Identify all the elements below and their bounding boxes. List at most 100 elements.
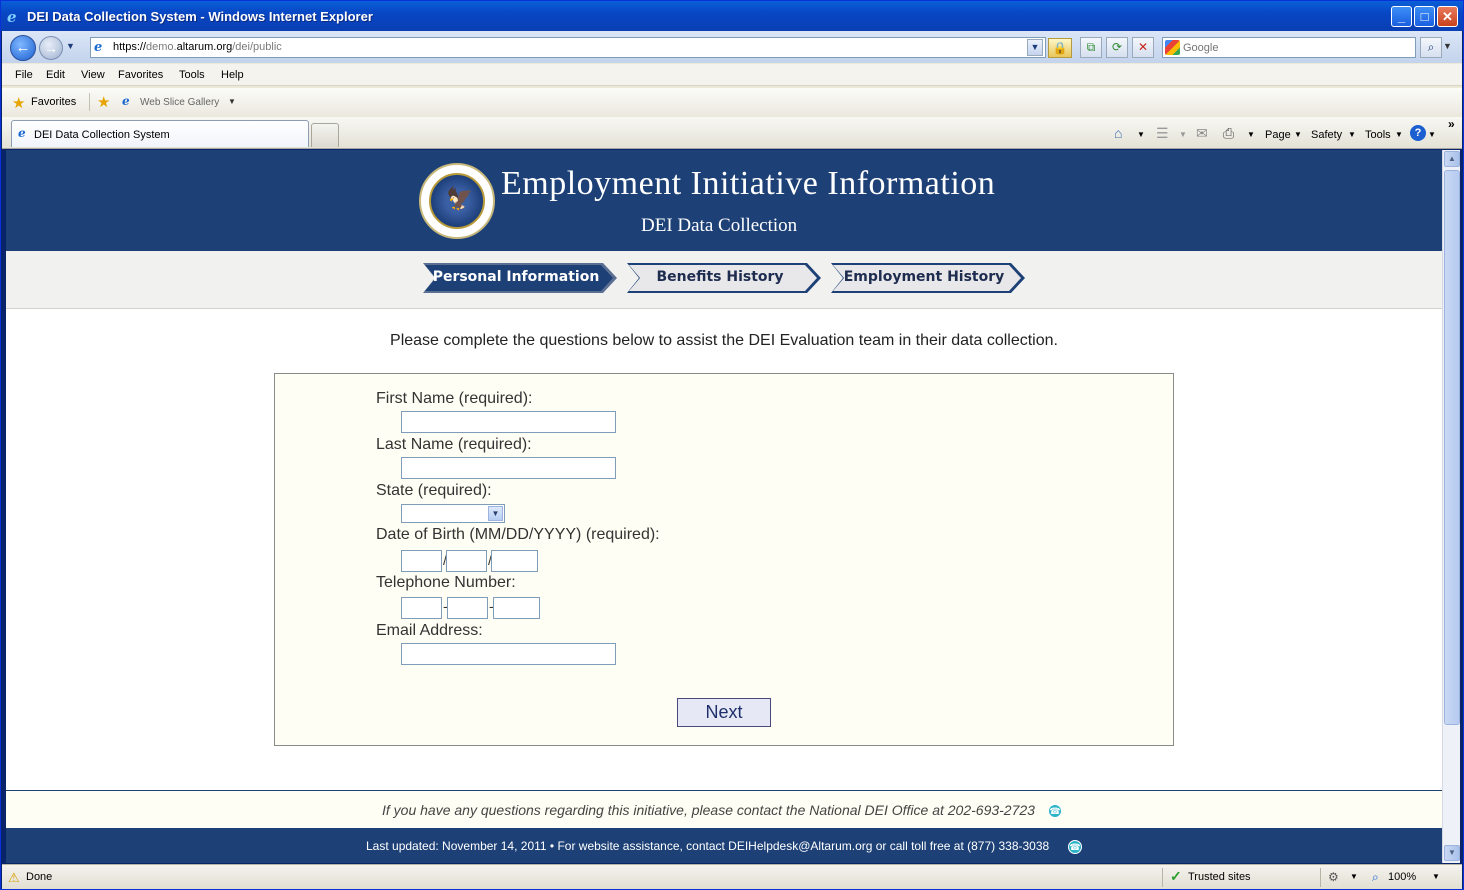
print-icon[interactable]: ⎙ [1223,125,1234,142]
safety-menu[interactable]: Safety [1311,129,1342,141]
vertical-scrollbar[interactable]: ▲ ▼ [1442,150,1460,863]
next-button[interactable]: Next [677,698,771,727]
footer-question-text: If you have any questions regarding this… [382,802,1035,818]
page-dropdown-icon[interactable]: ▼ [1294,130,1302,139]
personal-info-form: First Name (required): Last Name (requir… [274,373,1174,746]
search-icon[interactable]: ⌕ [1420,37,1442,58]
search-options-dropdown-icon[interactable]: ▼ [1443,41,1452,51]
warning-icon: ⚠ [8,870,20,885]
tools-menu[interactable]: Tools [1365,129,1391,141]
security-zone[interactable]: Trusted sites [1188,871,1251,883]
protected-mode-dropdown-icon[interactable]: ▼ [1350,872,1358,881]
status-bar: ⚠ Done ✓ Trusted sites ⚙ ▼ ⌕ 100% ▼ [2,864,1462,889]
favorites-separator [89,93,90,111]
browser-window: e DEI Data Collection System - Windows I… [0,0,1464,890]
footer-bar: Last updated: November 14, 2011 • For we… [6,828,1442,863]
tab-row: e DEI Data Collection System ⌂ ▼ ☰ ▼ ✉ ⎙… [2,117,1462,149]
chevron-more-icon[interactable]: » [1448,117,1455,131]
phone-call-icon[interactable]: ☎ [1048,804,1062,818]
footer-question: If you have any questions regarding this… [6,791,1442,828]
favorites-bar: ★ Favorites ★ e Web Slice Gallery ▼ [2,88,1462,116]
minimize-button[interactable]: _ [1391,6,1412,27]
refresh-icon[interactable]: ⟳ [1106,37,1128,58]
address-bar[interactable]: e https://demo.altarum.org/dei/public ▼ [90,37,1046,58]
state-select[interactable]: ▼ [401,504,505,523]
menu-tools[interactable]: Tools [179,69,205,81]
protected-mode-icon[interactable]: ⚙ [1328,870,1339,884]
scroll-up-icon[interactable]: ▲ [1444,151,1460,167]
footer-bar-text: Last updated: November 14, 2011 • For we… [366,839,1050,853]
print-dropdown-icon[interactable]: ▼ [1247,130,1255,139]
dob-year-input[interactable] [491,550,538,572]
back-button[interactable]: ← [10,35,36,61]
tab-page-icon: e [18,126,26,140]
favorites-star-icon[interactable]: ★ [12,94,25,112]
forward-button[interactable]: → [39,36,63,60]
search-input[interactable] [1183,39,1411,56]
history-dropdown-icon[interactable]: ▼ [66,41,75,51]
help-icon[interactable]: ? [1410,125,1426,141]
add-to-favorites-icon[interactable]: ★ [97,93,110,111]
web-slice-dropdown-icon[interactable]: ▼ [228,97,236,106]
page-icon: e [94,40,103,55]
help-dropdown-icon[interactable]: ▼ [1428,130,1436,139]
search-box[interactable] [1162,37,1416,58]
favorites-button[interactable]: Favorites [31,96,76,108]
dob-day-input[interactable] [446,550,487,572]
step-employment-history[interactable]: Employment History [831,263,1025,293]
home-icon[interactable]: ⌂ [1114,125,1122,141]
url-text[interactable]: https://demo.altarum.org/dei/public [113,41,282,53]
address-dropdown-icon[interactable]: ▼ [1027,39,1043,56]
feeds-icon[interactable]: ☰ [1156,125,1169,142]
step-label: Employment History [843,269,1005,285]
menu-file[interactable]: File [15,69,33,81]
page-subtitle: DEI Data Collection [641,215,798,236]
page-title: Employment Initiative Information [501,165,996,202]
phone-label: Telephone Number: [376,574,516,591]
step-personal-information[interactable]: Personal Information [423,263,617,293]
maximize-button[interactable]: □ [1414,6,1435,27]
seal-inner: 🦅 [429,173,485,229]
dob-month-input[interactable] [401,550,442,572]
email-input[interactable] [401,643,616,665]
first-name-label: First Name (required): [376,390,533,407]
read-mail-icon[interactable]: ✉ [1196,125,1208,142]
page-viewport: 🦅 Employment Initiative Information DEI … [6,150,1442,863]
menu-favorites[interactable]: Favorites [118,69,163,81]
home-dropdown-icon[interactable]: ▼ [1137,130,1145,139]
scroll-thumb[interactable] [1444,170,1460,725]
phone-line-input[interactable] [493,597,540,619]
step-label: Benefits History [656,269,784,285]
menu-edit[interactable]: Edit [46,69,65,81]
new-tab-button[interactable] [311,123,339,147]
web-slice-gallery-link[interactable]: Web Slice Gallery [140,97,219,108]
step-label: Personal Information [432,269,600,285]
feeds-dropdown-icon[interactable]: ▼ [1179,130,1187,139]
chevron-down-icon[interactable]: ▼ [488,506,503,521]
menu-view[interactable]: View [81,69,105,81]
zoom-dropdown-icon[interactable]: ▼ [1432,872,1440,881]
close-button[interactable]: ✕ [1437,6,1458,27]
scroll-down-icon[interactable]: ▼ [1444,845,1460,861]
address-row: ← → ▼ e https://demo.altarum.org/dei/pub… [2,31,1462,63]
tab-label: DEI Data Collection System [34,129,170,141]
step-benefits-history[interactable]: Benefits History [627,263,821,293]
web-slice-icon: e [122,94,130,108]
safety-dropdown-icon[interactable]: ▼ [1348,130,1356,139]
phone-area-code-input[interactable] [401,597,442,619]
tools-dropdown-icon[interactable]: ▼ [1395,130,1403,139]
zoom-icon[interactable]: ⌕ [1372,870,1379,885]
phone-prefix-input[interactable] [447,597,488,619]
first-name-input[interactable] [401,411,616,433]
menu-help[interactable]: Help [221,69,244,81]
steps-bar: Personal Information Benefits History Em… [6,251,1442,309]
lock-icon[interactable]: 🔒 [1048,38,1072,58]
phone-call-icon[interactable]: ☎ [1068,840,1082,854]
last-name-input[interactable] [401,457,616,479]
tab-dei-data-collection[interactable]: e DEI Data Collection System [11,120,309,147]
dob-label: Date of Birth (MM/DD/YYYY) (required): [376,526,660,543]
page-menu[interactable]: Page [1265,129,1291,141]
zoom-level[interactable]: 100% [1388,871,1416,883]
stop-icon[interactable]: ✕ [1132,37,1154,58]
compatibility-icon[interactable]: ⧉ [1080,37,1102,58]
